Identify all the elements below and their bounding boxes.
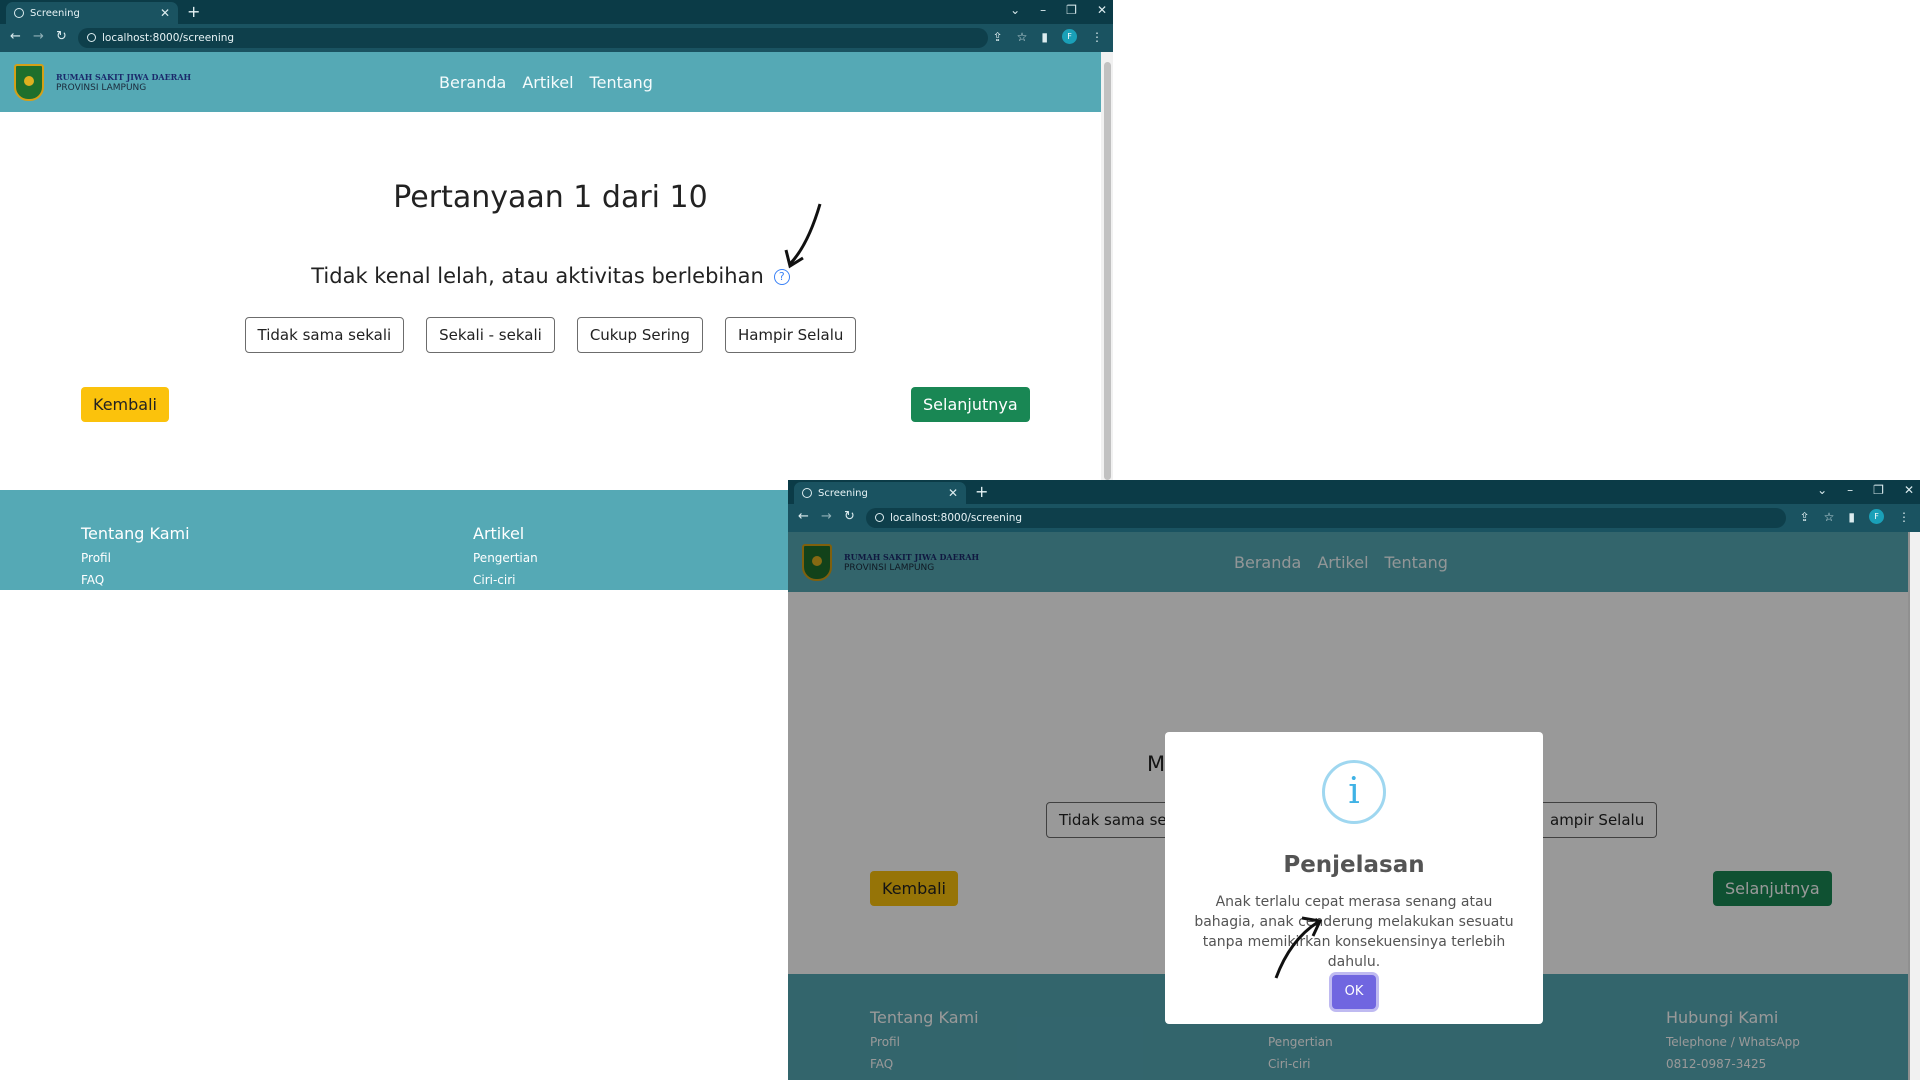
question-text: Tidak kenal lelah, atau aktivitas berleb… (311, 264, 764, 288)
answer-options: Tidak sama sekali Sekali - sekali Cukup … (0, 317, 1101, 353)
share-icon[interactable]: ⇪ (993, 30, 1003, 44)
tab-search-icon[interactable]: ⌄ (1010, 3, 1020, 17)
minimize-icon[interactable]: – (1040, 3, 1046, 17)
back-arrow-icon[interactable]: ← (10, 29, 21, 44)
browser-tab[interactable]: Screening ✕ (6, 2, 178, 24)
back-button[interactable]: Kembali (81, 387, 169, 422)
help-question-icon[interactable]: ? (773, 269, 790, 285)
browser-menu-icon[interactable]: ⋮ (1898, 510, 1910, 524)
minimize-icon[interactable]: – (1847, 483, 1853, 497)
site-menu: Beranda Artikel Tentang (439, 73, 653, 92)
forward-arrow-icon[interactable]: → (821, 509, 832, 524)
tab-search-icon[interactable]: ⌄ (1817, 483, 1827, 497)
ok-button[interactable]: OK (1332, 975, 1376, 1009)
footer-link-pengertian[interactable]: Pengertian (473, 551, 538, 565)
logo-line-2: PROVINSI LAMPUNG (56, 82, 147, 93)
browser-toolbar: ⇪ ☆ ▮ F ⋮ (1800, 509, 1910, 524)
site-logo[interactable]: RUMAH SAKIT JIWA DAERAH PROVINSI LAMPUNG (14, 64, 191, 101)
nav-beranda[interactable]: Beranda (439, 73, 506, 92)
browser-tab[interactable]: Screening ✕ (794, 482, 966, 504)
screenshot-modal: Screening ✕ + ⌄ – ❐ ✕ ← → ↻ localhost:80… (788, 480, 1920, 1080)
globe-icon (802, 488, 812, 498)
question-text-row: Tidak kenal lelah, atau aktivitas berleb… (0, 264, 1101, 288)
address-bar-row: ← → ↻ localhost:8000/screening ⇪ ☆ ▮ F ⋮ (788, 504, 1920, 532)
forward-arrow-icon[interactable]: → (33, 29, 44, 44)
nav-tentang[interactable]: Tentang (590, 73, 653, 92)
browser-tab-bar: Screening ✕ + ⌄ – ❐ ✕ (788, 480, 1920, 504)
option-tidak-sama-sekali[interactable]: Tidak sama sekali (244, 317, 405, 353)
profile-avatar[interactable]: F (1062, 29, 1077, 44)
bookmark-star-icon[interactable]: ☆ (1017, 30, 1028, 44)
side-panel-icon[interactable]: ▮ (1848, 510, 1855, 524)
url-field[interactable]: localhost:8000/screening (78, 28, 988, 48)
restore-icon[interactable]: ❐ (1066, 3, 1077, 17)
url-text: localhost:8000/screening (890, 512, 1023, 524)
footer-link-profil[interactable]: Profil (81, 551, 190, 565)
close-tab-icon[interactable]: ✕ (160, 6, 170, 20)
browser-toolbar: ⇪ ☆ ▮ F ⋮ (993, 29, 1103, 44)
option-hampir-selalu[interactable]: Hampir Selalu (724, 317, 857, 353)
footer-link-faq[interactable]: FAQ (81, 573, 190, 587)
profile-avatar[interactable]: F (1869, 509, 1884, 524)
scrollbar-thumb[interactable] (1104, 62, 1111, 480)
close-window-icon[interactable]: ✕ (1904, 483, 1914, 497)
browser-menu-icon[interactable]: ⋮ (1091, 30, 1103, 44)
browser-tab-bar: Screening ✕ + ⌄ – ❐ ✕ (0, 0, 1113, 24)
close-window-icon[interactable]: ✕ (1097, 3, 1107, 17)
tab-title: Screening (818, 487, 868, 499)
page-scrollbar[interactable] (1101, 52, 1113, 480)
bookmark-star-icon[interactable]: ☆ (1824, 510, 1835, 524)
share-icon[interactable]: ⇪ (1800, 510, 1810, 524)
footer-heading: Artikel (473, 524, 525, 543)
footer-link-ciri-ciri[interactable]: Ciri-ciri (473, 573, 538, 587)
new-tab-icon[interactable]: + (187, 2, 200, 21)
question-counter: Pertanyaan 1 dari 10 (393, 180, 708, 215)
modal-title: Penjelasan (1283, 852, 1425, 878)
site-info-icon[interactable] (87, 33, 96, 42)
restore-icon[interactable]: ❐ (1873, 483, 1884, 497)
site-info-icon[interactable] (875, 513, 884, 522)
info-icon: i (1322, 760, 1386, 824)
url-text: localhost:8000/screening (102, 32, 235, 44)
back-arrow-icon[interactable]: ← (798, 509, 809, 524)
new-tab-icon[interactable]: + (975, 482, 988, 501)
tab-title: Screening (30, 7, 80, 19)
close-tab-icon[interactable]: ✕ (948, 486, 958, 500)
footer-col-tentang: Tentang Kami Profil FAQ (81, 524, 190, 590)
site-navbar: RUMAH SAKIT JIWA DAERAH PROVINSI LAMPUNG… (0, 52, 1101, 112)
modal-backdrop[interactable]: i Penjelasan Anak terlalu cepat merasa s… (788, 532, 1910, 1080)
reload-icon[interactable]: ↻ (844, 509, 855, 524)
reload-icon[interactable]: ↻ (56, 29, 67, 44)
lampung-emblem-icon (14, 64, 44, 101)
url-field[interactable]: localhost:8000/screening (866, 508, 1786, 528)
footer-col-artikel: Artikel Pengertian Ciri-ciri (473, 524, 538, 590)
option-sekali-sekali[interactable]: Sekali - sekali (426, 317, 555, 353)
modal-text: Anak terlalu cepat merasa senang atau ba… (1194, 894, 1514, 970)
screening-content: Pertanyaan 1 dari 10 Tidak kenal lelah, … (0, 112, 1101, 490)
explanation-modal: i Penjelasan Anak terlalu cepat merasa s… (1165, 732, 1543, 1024)
logo-line-1: RUMAH SAKIT JIWA DAERAH (56, 71, 192, 82)
nav-artikel[interactable]: Artikel (522, 73, 573, 92)
globe-icon (14, 8, 24, 18)
address-bar-row: ← → ↻ localhost:8000/screening ⇪ ☆ ▮ F ⋮ (0, 24, 1113, 52)
next-button[interactable]: Selanjutnya (911, 387, 1030, 422)
window-controls: ⌄ – ❐ ✕ (1010, 3, 1107, 17)
annotation-arrow-ok (1274, 916, 1323, 979)
window-controls: ⌄ – ❐ ✕ (1817, 483, 1914, 497)
footer-heading: Tentang Kami (81, 524, 190, 543)
option-cukup-sering[interactable]: Cukup Sering (576, 317, 703, 353)
side-panel-icon[interactable]: ▮ (1041, 30, 1048, 44)
